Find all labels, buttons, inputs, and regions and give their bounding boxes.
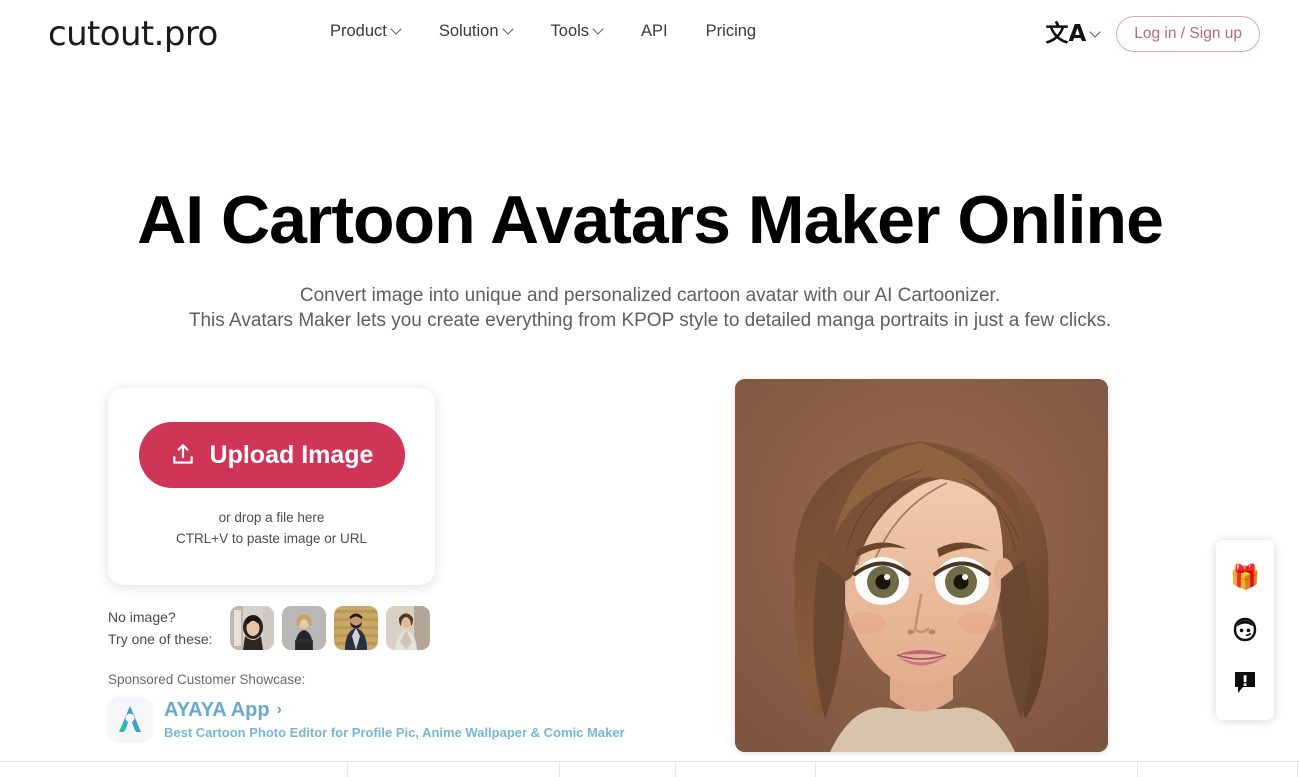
page-title: AI Cartoon Avatars Maker Online <box>137 182 1164 258</box>
sample-thumbnail-3[interactable] <box>334 606 378 651</box>
drop-line-2: CTRL+V to paste image or URL <box>176 530 367 546</box>
footer-segment <box>816 762 1138 777</box>
floating-widget-panel: 🎁 <box>1216 540 1274 720</box>
site-header: cutout.pro Product Solution Tools API Pr… <box>0 0 1300 70</box>
sponsor-description: Best Cartoon Photo Editor for Profile Pi… <box>164 724 625 740</box>
chevron-down-icon <box>392 25 401 34</box>
sample-thumbnail-list <box>230 606 430 651</box>
nav-item-solution[interactable]: Solution <box>439 22 513 41</box>
sample-woman-blonde-image <box>282 606 326 651</box>
main-nav: Product Solution Tools API Pricing <box>330 22 756 41</box>
subtitle-line-1: Convert image into unique and personaliz… <box>299 285 1001 306</box>
upload-dropzone-card[interactable]: Upload Image or drop a file here CTRL+V … <box>108 388 435 585</box>
ayaya-app-logo <box>108 697 152 741</box>
header-actions: 文A Log in / Sign up <box>1045 16 1260 52</box>
nav-label: Tools <box>550 22 590 40</box>
chevron-down-icon <box>504 25 513 34</box>
language-selector[interactable]: 文A <box>1045 20 1100 47</box>
nav-label: API <box>641 22 668 40</box>
sponsor-app-name: AYAYA App <box>164 698 270 721</box>
sponsor-label: Sponsored Customer Showcase: <box>108 672 306 687</box>
footer-segment <box>0 762 348 777</box>
sample-woman-scarf-image <box>386 606 430 651</box>
nav-item-api[interactable]: API <box>641 22 668 41</box>
speech-bubble-alert-icon <box>1235 672 1255 693</box>
drop-instructions: or drop a file here CTRL+V to paste imag… <box>176 508 367 550</box>
sponsor-app-link[interactable]: AYAYA App › <box>164 699 625 722</box>
feedback-icon[interactable] <box>1228 665 1262 699</box>
footer-segment <box>560 762 676 777</box>
gift-glyph: 🎁 <box>1230 564 1260 591</box>
subtitle-line-2: This Avatars Maker lets you create every… <box>188 309 1112 331</box>
upload-image-button[interactable]: Upload Image <box>138 422 405 488</box>
nav-item-product[interactable]: Product <box>330 22 401 41</box>
translate-icon: 文A <box>1045 20 1087 47</box>
upload-icon <box>172 444 193 464</box>
nav-item-tools[interactable]: Tools <box>551 22 604 41</box>
page-subtitle: Convert image into unique and personaliz… <box>0 284 1300 334</box>
nav-label: Solution <box>438 22 499 40</box>
sample-man-beard-image <box>334 606 378 651</box>
footer-segment <box>348 762 560 777</box>
face-icon-svg <box>1233 617 1257 642</box>
gift-icon[interactable]: 🎁 <box>1228 561 1262 595</box>
nav-label: Product <box>330 22 387 40</box>
avatar-face-icon[interactable] <box>1228 613 1262 647</box>
sample-images-label: No image? Try one of these: <box>108 606 230 651</box>
ayaya-logo-icon <box>119 706 141 732</box>
sample-thumbnail-1[interactable] <box>230 606 274 651</box>
chevron-down-icon <box>1091 28 1100 37</box>
sample-images-section: No image? Try one of these: <box>108 606 430 651</box>
drop-line-1: or drop a file here <box>218 510 325 525</box>
sample-woman-dark-hair-image <box>230 606 274 651</box>
sponsor-showcase-row[interactable]: AYAYA App › Best Cartoon Photo Editor fo… <box>108 697 625 741</box>
page-root: cutout.pro Product Solution Tools API Pr… <box>0 0 1300 777</box>
chevron-down-icon <box>594 25 603 34</box>
nav-item-pricing[interactable]: Pricing <box>706 22 756 41</box>
login-signup-button[interactable]: Log in / Sign up <box>1116 16 1260 52</box>
result-image <box>735 379 1108 752</box>
sample-label-line-2: Try one of these: <box>108 631 213 648</box>
footer-divider <box>0 761 1300 777</box>
site-logo[interactable]: cutout.pro <box>48 14 218 54</box>
footer-segment <box>676 762 816 777</box>
sample-thumbnail-2[interactable] <box>282 606 326 651</box>
sample-label-line-1: No image? <box>108 609 176 625</box>
nav-label: Pricing <box>705 22 757 40</box>
sponsor-text-block: AYAYA App › Best Cartoon Photo Editor fo… <box>164 699 625 740</box>
cartoon-portrait-illustration <box>735 379 1108 752</box>
chevron-right-icon: › <box>276 701 282 718</box>
sample-thumbnail-4[interactable] <box>386 606 430 651</box>
footer-segment <box>1138 762 1298 777</box>
upload-button-label: Upload Image <box>209 440 374 469</box>
